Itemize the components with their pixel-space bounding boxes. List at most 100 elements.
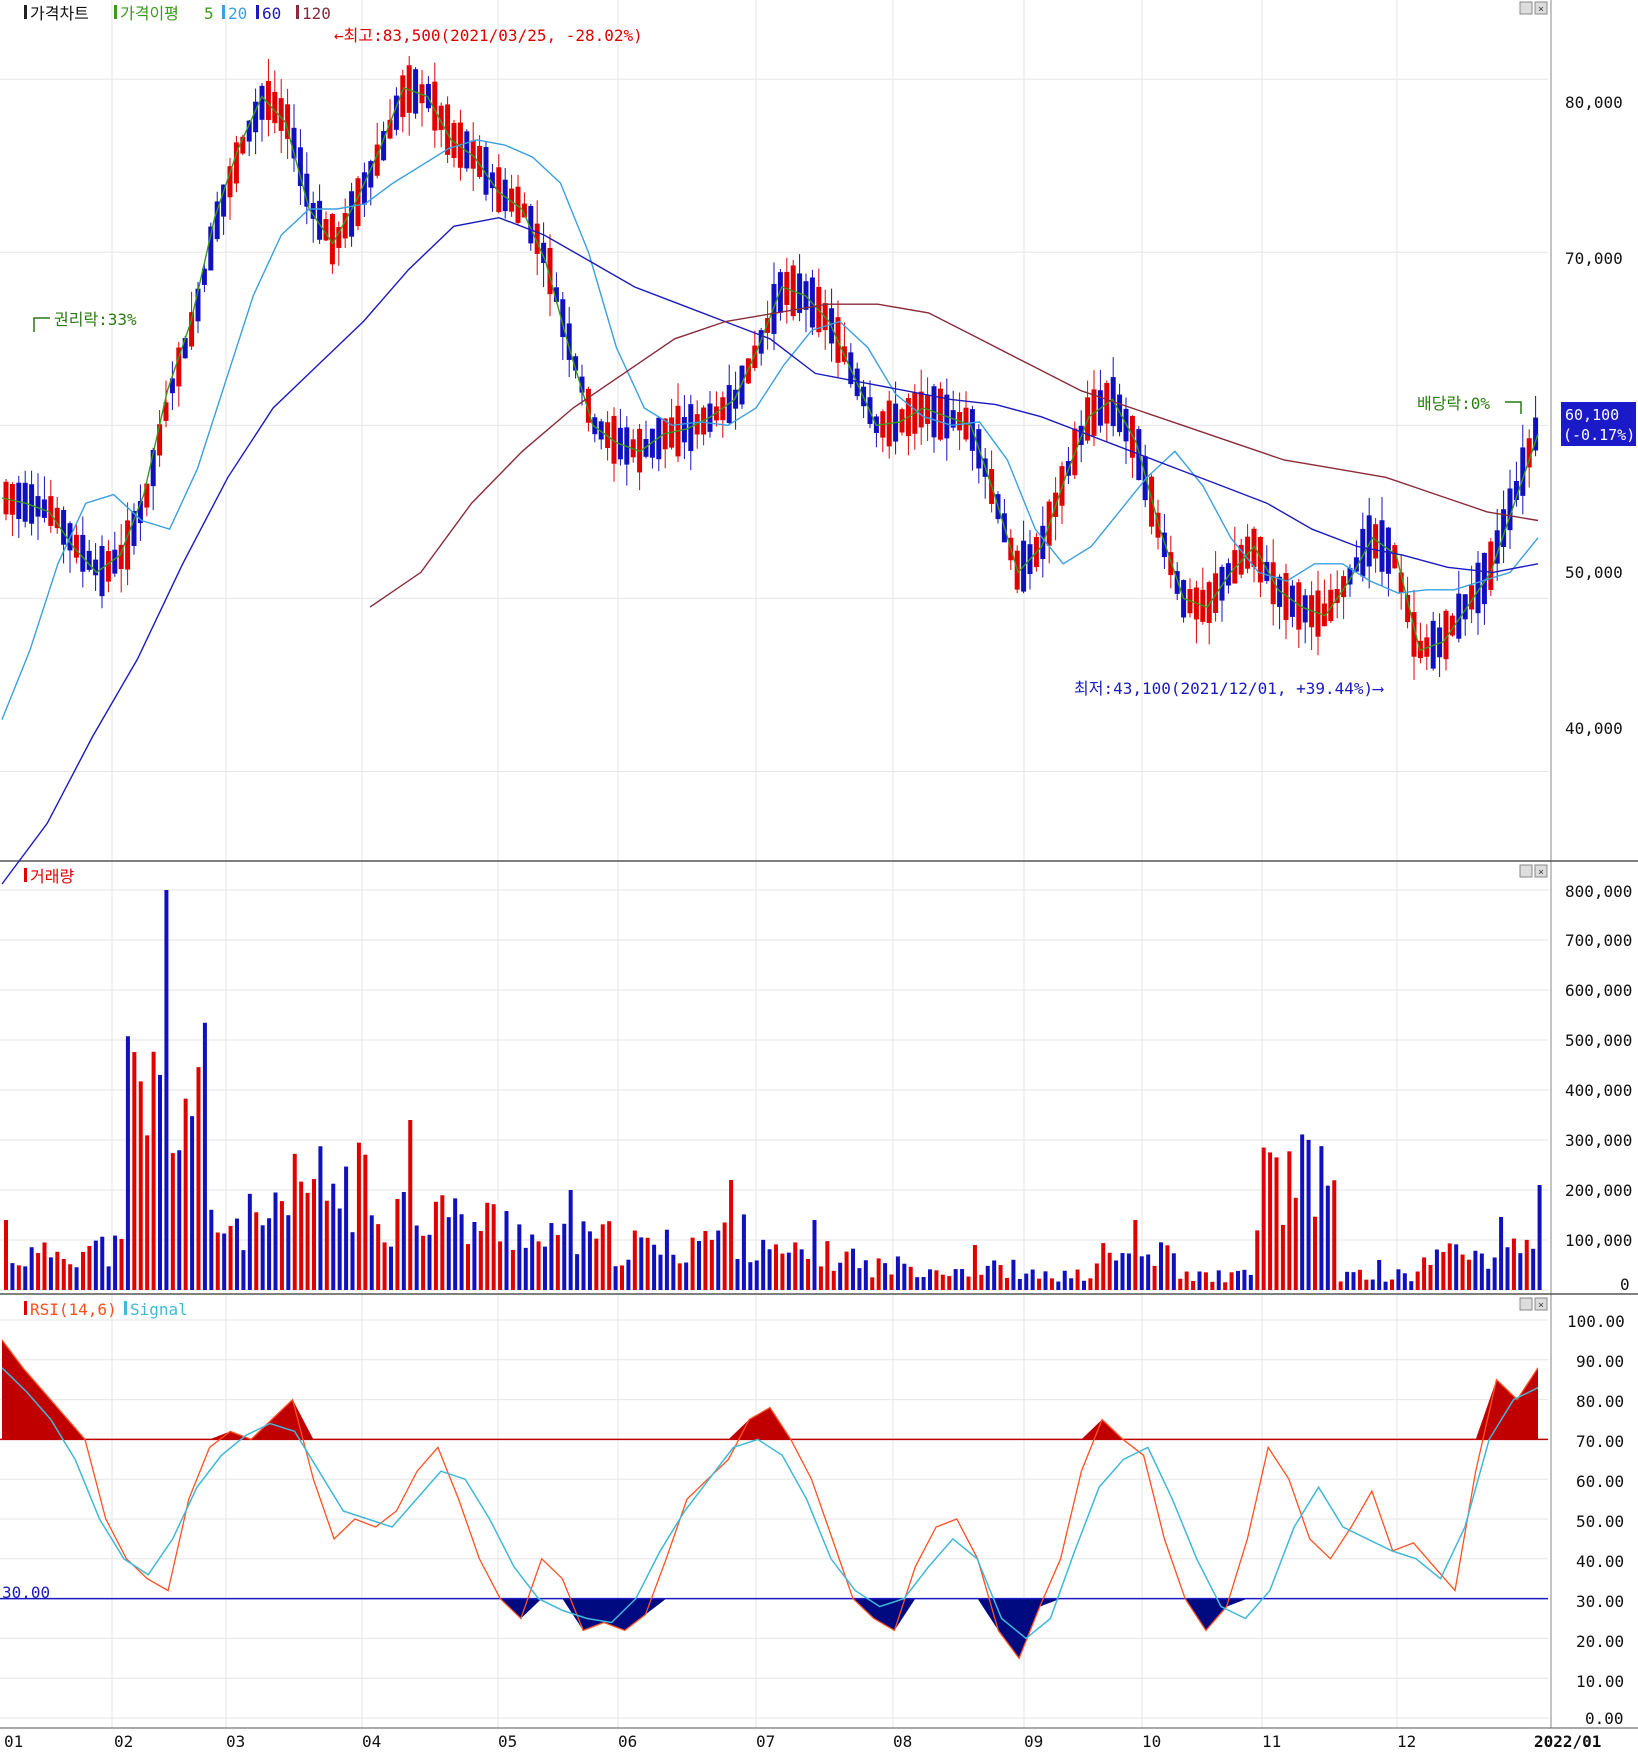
volume-bar (1434, 1249, 1439, 1290)
volume-bar (125, 1036, 130, 1290)
volume-bar (235, 1218, 239, 1290)
volume-bar (414, 1225, 419, 1290)
low-annotation: 최저:43,100(2021/12/01, +39.44%)⟶ (1074, 679, 1384, 698)
volume-bar (491, 1204, 496, 1290)
volume-bar (369, 1215, 374, 1290)
legend-ma-label: 가격이평 (120, 4, 179, 23)
volume-bar (979, 1274, 984, 1290)
volume-bar (1486, 1268, 1491, 1290)
stock-chart: 가격차트 가격이평 5 20 60 120 거래량 RSI(14,6) Sign… (0, 0, 1638, 1751)
volume-bar (1383, 1281, 1388, 1290)
volume-bar (575, 1254, 580, 1290)
xtick: 12 (1397, 1732, 1416, 1751)
dividend-annotation: 배당락:0% (1417, 394, 1490, 413)
volume-bar (863, 1260, 868, 1290)
volume-bar (1056, 1281, 1061, 1290)
volume-bar (1248, 1274, 1253, 1290)
volume-bar (1126, 1253, 1131, 1290)
volume-bar (55, 1251, 60, 1290)
volume-bar (992, 1260, 997, 1290)
candle-body (272, 91, 278, 124)
svg-text:×: × (1538, 1300, 1544, 1311)
volume-bar (1159, 1242, 1163, 1290)
candle-body (182, 338, 188, 359)
volume-bar (1094, 1263, 1099, 1290)
minimize-icon[interactable] (1519, 864, 1533, 878)
volume-bar (613, 1266, 618, 1290)
xtick: 06 (618, 1732, 637, 1751)
volume-bar (607, 1221, 612, 1290)
volume-bar (299, 1181, 304, 1290)
legend-rsi: RSI(14,6) (30, 1300, 117, 1319)
volume-bar (1178, 1278, 1183, 1290)
volume-bar (279, 1201, 284, 1290)
candle-body (105, 551, 111, 582)
volume-bar (1428, 1264, 1433, 1290)
volume-bar (337, 1208, 342, 1290)
volume-bar (1447, 1243, 1452, 1290)
volume-bar (1049, 1278, 1054, 1290)
volume-bar (639, 1237, 644, 1290)
xtick: 03 (226, 1732, 245, 1751)
volume-bar (594, 1238, 599, 1290)
volume-bar (1017, 1278, 1022, 1290)
volume-bar (228, 1226, 233, 1290)
candle-body (1149, 476, 1155, 527)
volume-bar (716, 1230, 721, 1290)
volume-bar (1229, 1272, 1234, 1290)
volume-bar (440, 1195, 445, 1290)
grid (0, 0, 1548, 1728)
volume-panel-controls[interactable]: × (1519, 864, 1548, 878)
rsi-overbought-fill (2, 1339, 1538, 1440)
rsi-panel-controls[interactable]: × (1519, 1297, 1548, 1311)
candle-body (157, 424, 163, 456)
volume-bar (504, 1211, 509, 1290)
volume-bar (498, 1241, 503, 1290)
volume-bar (530, 1234, 535, 1290)
minimize-icon[interactable] (1519, 1297, 1533, 1311)
minimize-icon[interactable] (1519, 1, 1533, 15)
price-ytick: 70,000 (1565, 249, 1623, 268)
volume-bar (478, 1231, 483, 1290)
volume-ytick: 200,000 (1565, 1181, 1632, 1200)
volume-bar (318, 1146, 323, 1290)
xtick: 08 (893, 1732, 912, 1751)
candle-body (93, 559, 99, 576)
high-annotation: ←최고:83,500(2021/03/25, -28.02%) (334, 26, 643, 45)
volume-bar (1531, 1248, 1536, 1290)
price-candles (3, 55, 1539, 680)
volume-bar (241, 1250, 246, 1290)
volume-bar (1370, 1279, 1375, 1290)
volume-bar (376, 1224, 381, 1290)
volume-bar (23, 1266, 28, 1290)
candle-body (80, 534, 86, 572)
volume-bar (793, 1242, 798, 1290)
volume-bar (1101, 1243, 1106, 1290)
xtick: 04 (362, 1732, 381, 1751)
rsi-ytick: 50.00 (1576, 1512, 1624, 1531)
volume-bar (1351, 1272, 1356, 1290)
rsi-ytick: 70.00 (1576, 1432, 1624, 1451)
volume-bar (754, 1260, 759, 1290)
volume-bar (453, 1198, 458, 1290)
volume-bar (10, 1263, 15, 1290)
volume-bar (1261, 1147, 1266, 1290)
rsi-ytick: 10.00 (1576, 1672, 1624, 1691)
volume-yaxis: 800,000 700,000 600,000 500,000 400,000 … (1565, 882, 1632, 1294)
volume-bar (966, 1276, 971, 1290)
panel-frames (0, 0, 1638, 1729)
legend-ma20: 20 (228, 4, 247, 23)
rsi-baseline-label: 30.00 (2, 1583, 50, 1602)
legend-volume: 거래량 (30, 867, 74, 886)
volume-bar (1460, 1254, 1465, 1290)
xaxis: 01 02 03 04 05 06 07 08 09 10 11 12 2022… (4, 1732, 1601, 1751)
volume-bar (581, 1221, 586, 1290)
price-panel-controls[interactable]: × (1519, 1, 1548, 15)
volume-bar (350, 1232, 355, 1290)
volume-bar (1287, 1151, 1292, 1290)
volume-bar (113, 1235, 118, 1290)
rsi-ytick: 90.00 (1576, 1352, 1624, 1371)
volume-bar (331, 1183, 336, 1290)
volume-bar (870, 1277, 875, 1290)
volume-bar (1390, 1279, 1394, 1290)
